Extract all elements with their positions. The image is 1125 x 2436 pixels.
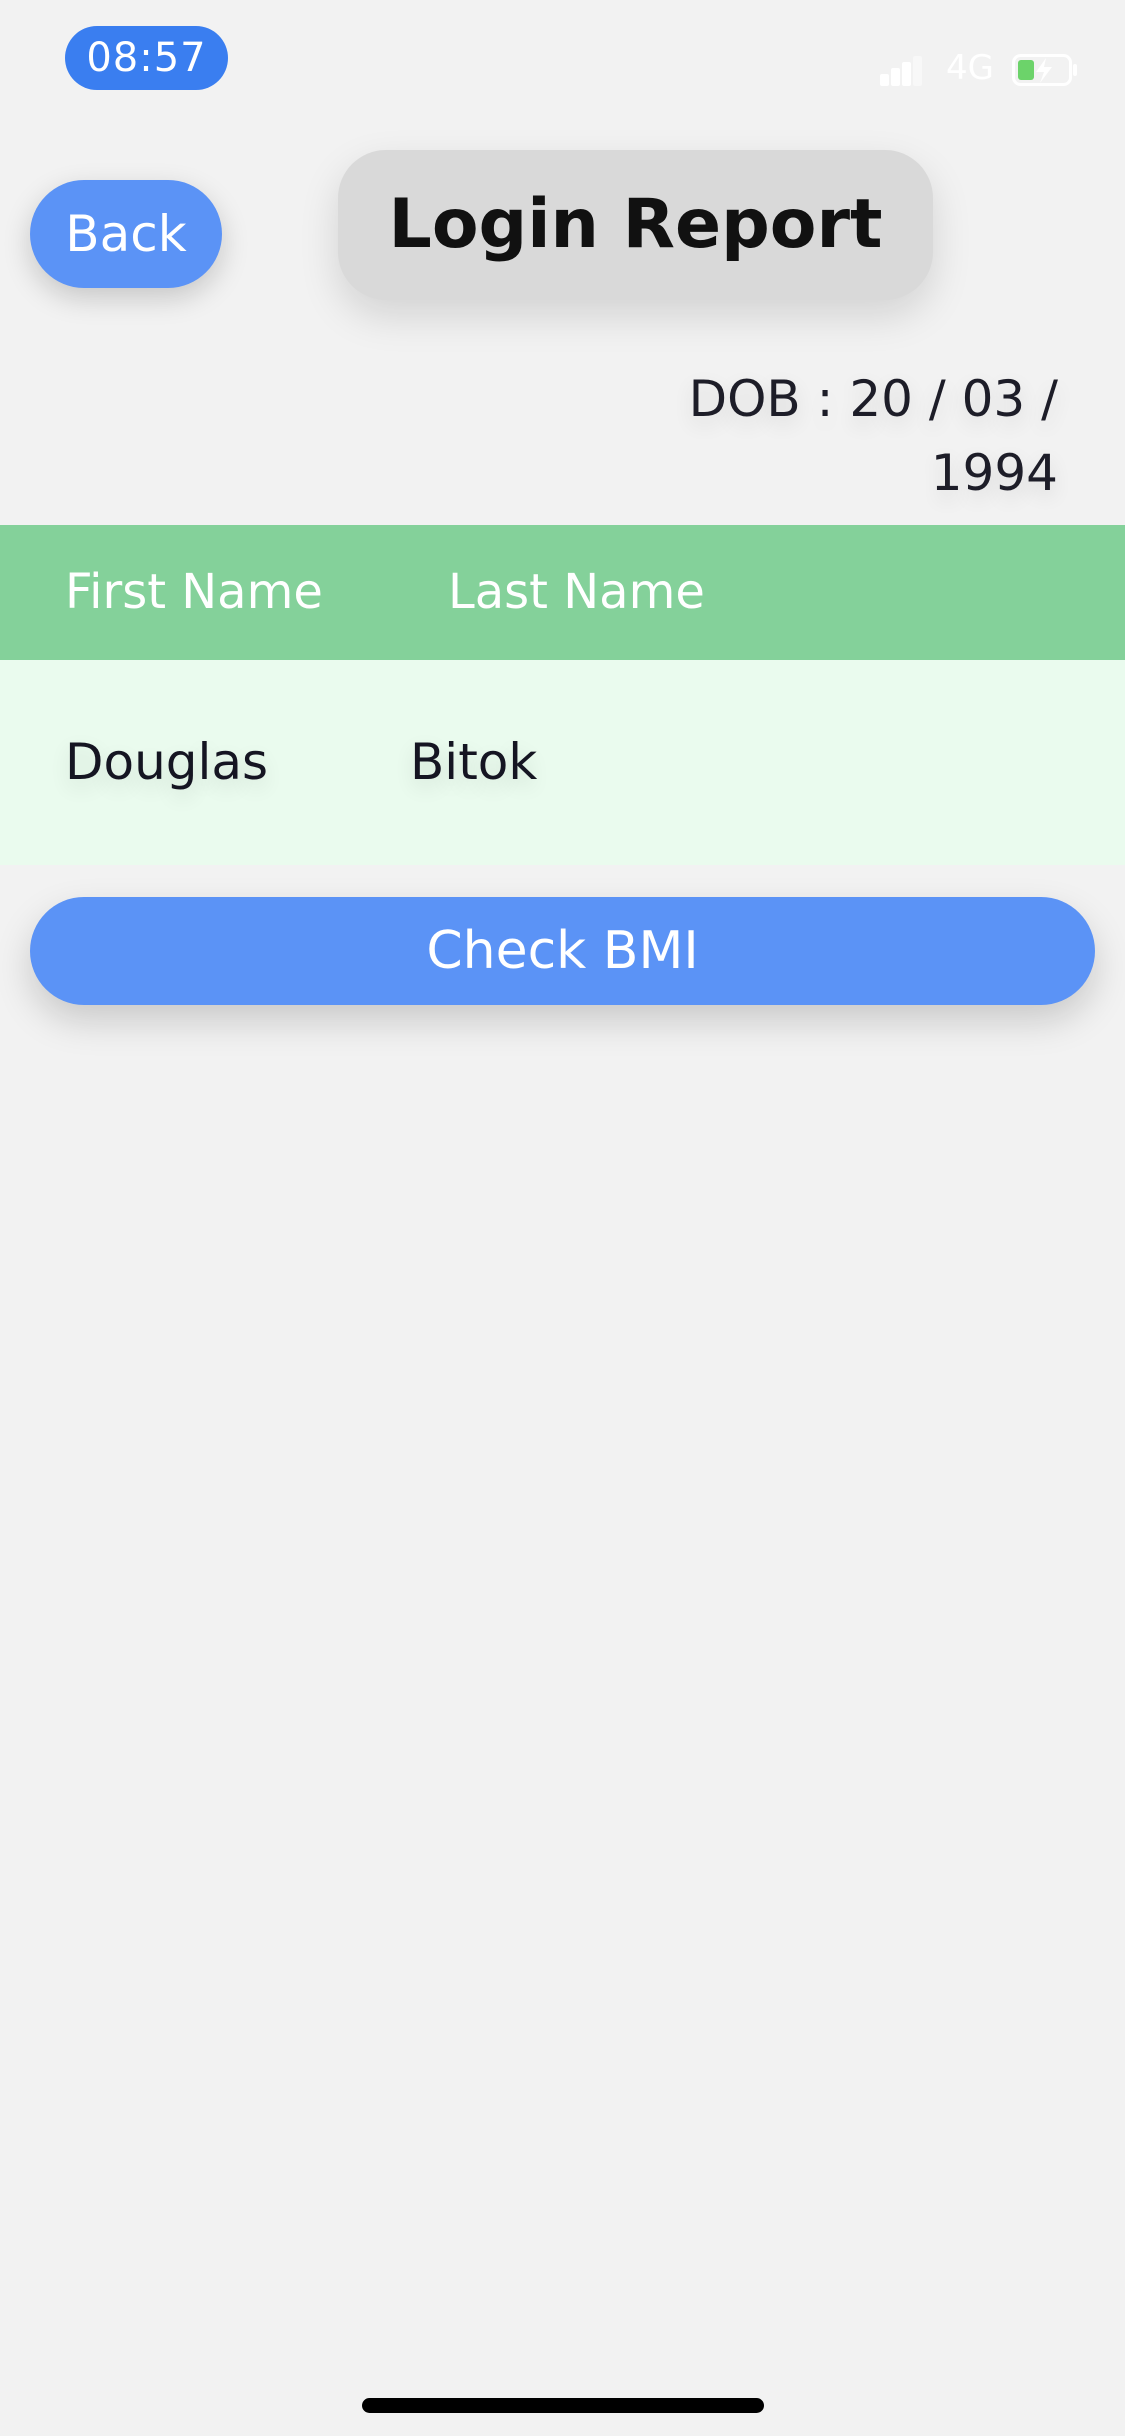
signal-icon <box>880 56 922 86</box>
back-button[interactable]: Back <box>30 180 222 288</box>
status-bar: 08:57 4G <box>0 0 1125 130</box>
column-header-first-name: First Name <box>65 564 323 620</box>
network-type-label: 4G <box>946 48 994 88</box>
page-title: Login Report <box>338 150 933 300</box>
column-header-last-name: Last Name <box>448 564 705 620</box>
last-name-cell: Bitok <box>410 733 538 791</box>
first-name-cell: Douglas <box>65 733 269 791</box>
home-indicator[interactable] <box>362 2398 764 2413</box>
battery-charging-icon <box>1012 54 1077 86</box>
table-header: First Name Last Name <box>0 525 1125 660</box>
dob-label: DOB : 20 / 03 / 1994 <box>688 370 1058 502</box>
table-row: Douglas Bitok <box>0 660 1125 865</box>
status-time: 08:57 <box>65 26 228 90</box>
check-bmi-button[interactable]: Check BMI <box>30 897 1095 1005</box>
